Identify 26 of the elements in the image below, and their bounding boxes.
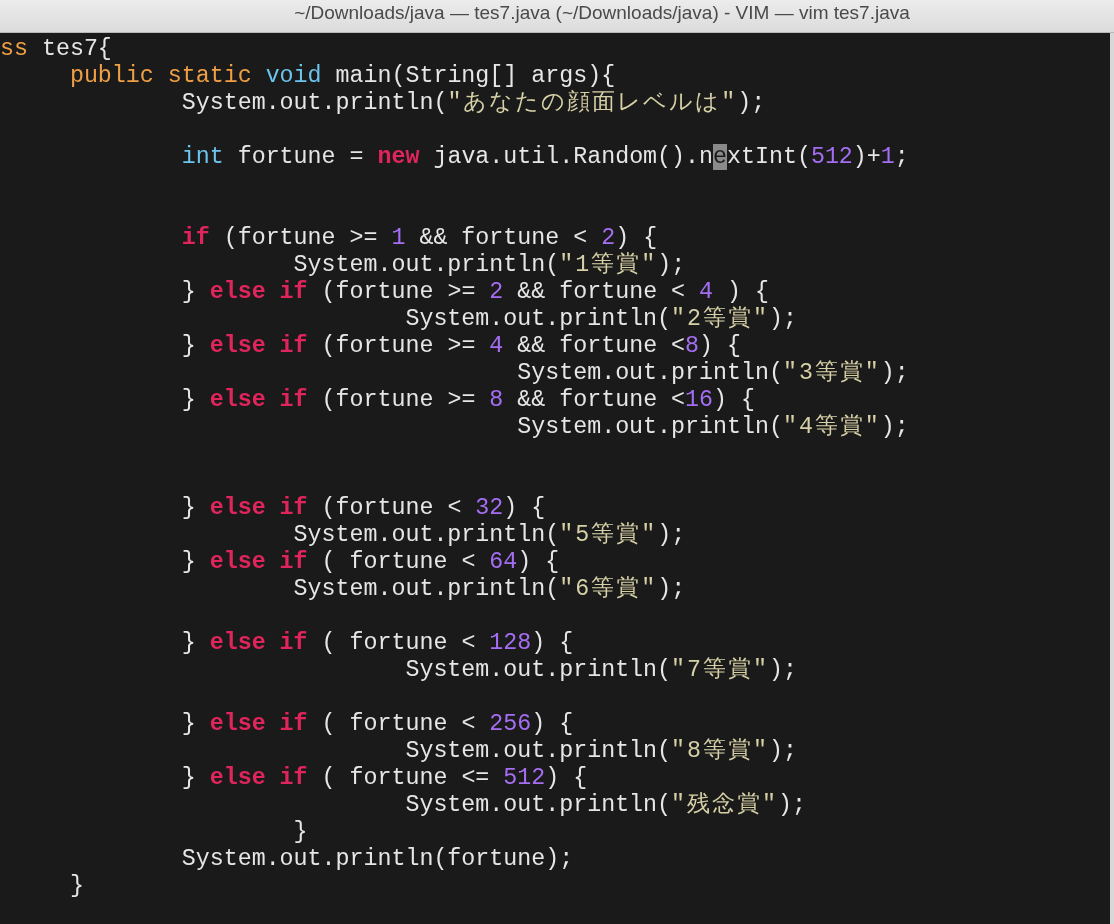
window-title: ~/Downloads/java — tes7.java (~/Downloads/java) - VIM — vim tes7.java — [294, 2, 910, 24]
code-line: public static void main(String[] args){ — [68, 63, 616, 89]
code-line: System.out.println(fortune); — [180, 846, 574, 872]
code-line: int fortune = new java.util.Random().nextInt(512)+1; — [180, 144, 909, 170]
code-line: System.out.println("7等賞"); — [404, 657, 797, 683]
code-line: System.out.println("5等賞"); — [292, 522, 686, 548]
code-line: System.out.println("4等賞"); — [516, 414, 909, 440]
code-line: System.out.println("あなたの顔面レベルは"); — [180, 90, 766, 116]
code-line: } else if ( fortune < 128) { — [180, 630, 574, 656]
code-line: } — [68, 873, 84, 899]
code-line: } else if ( fortune < 256) { — [180, 711, 574, 737]
code-line: } else if (fortune < 32) { — [180, 495, 546, 521]
code-line: } else if (fortune >= 2 && fortune < 4 ) { — [180, 279, 769, 305]
code-line: } else if (fortune >= 4 && fortune <8) { — [180, 333, 741, 359]
code-line: System.out.println("8等賞"); — [404, 738, 797, 764]
code-line: } else if ( fortune <= 512) { — [180, 765, 588, 791]
code-line: } else if ( fortune < 64) { — [180, 549, 560, 575]
code-line: } else if (fortune >= 8 && fortune <16) { — [180, 387, 755, 413]
code-line: } — [292, 819, 308, 845]
code-line: if (fortune >= 1 && fortune < 2) { — [180, 225, 658, 251]
code-line: System.out.println("3等賞"); — [516, 360, 909, 386]
code-line: ss tes7{ — [0, 36, 112, 62]
code-line: System.out.println("6等賞"); — [292, 576, 686, 602]
code-line: System.out.println("1等賞"); — [292, 252, 686, 278]
code-line: System.out.println("2等賞"); — [404, 306, 797, 332]
code-line: System.out.println("残念賞"); — [404, 792, 806, 818]
